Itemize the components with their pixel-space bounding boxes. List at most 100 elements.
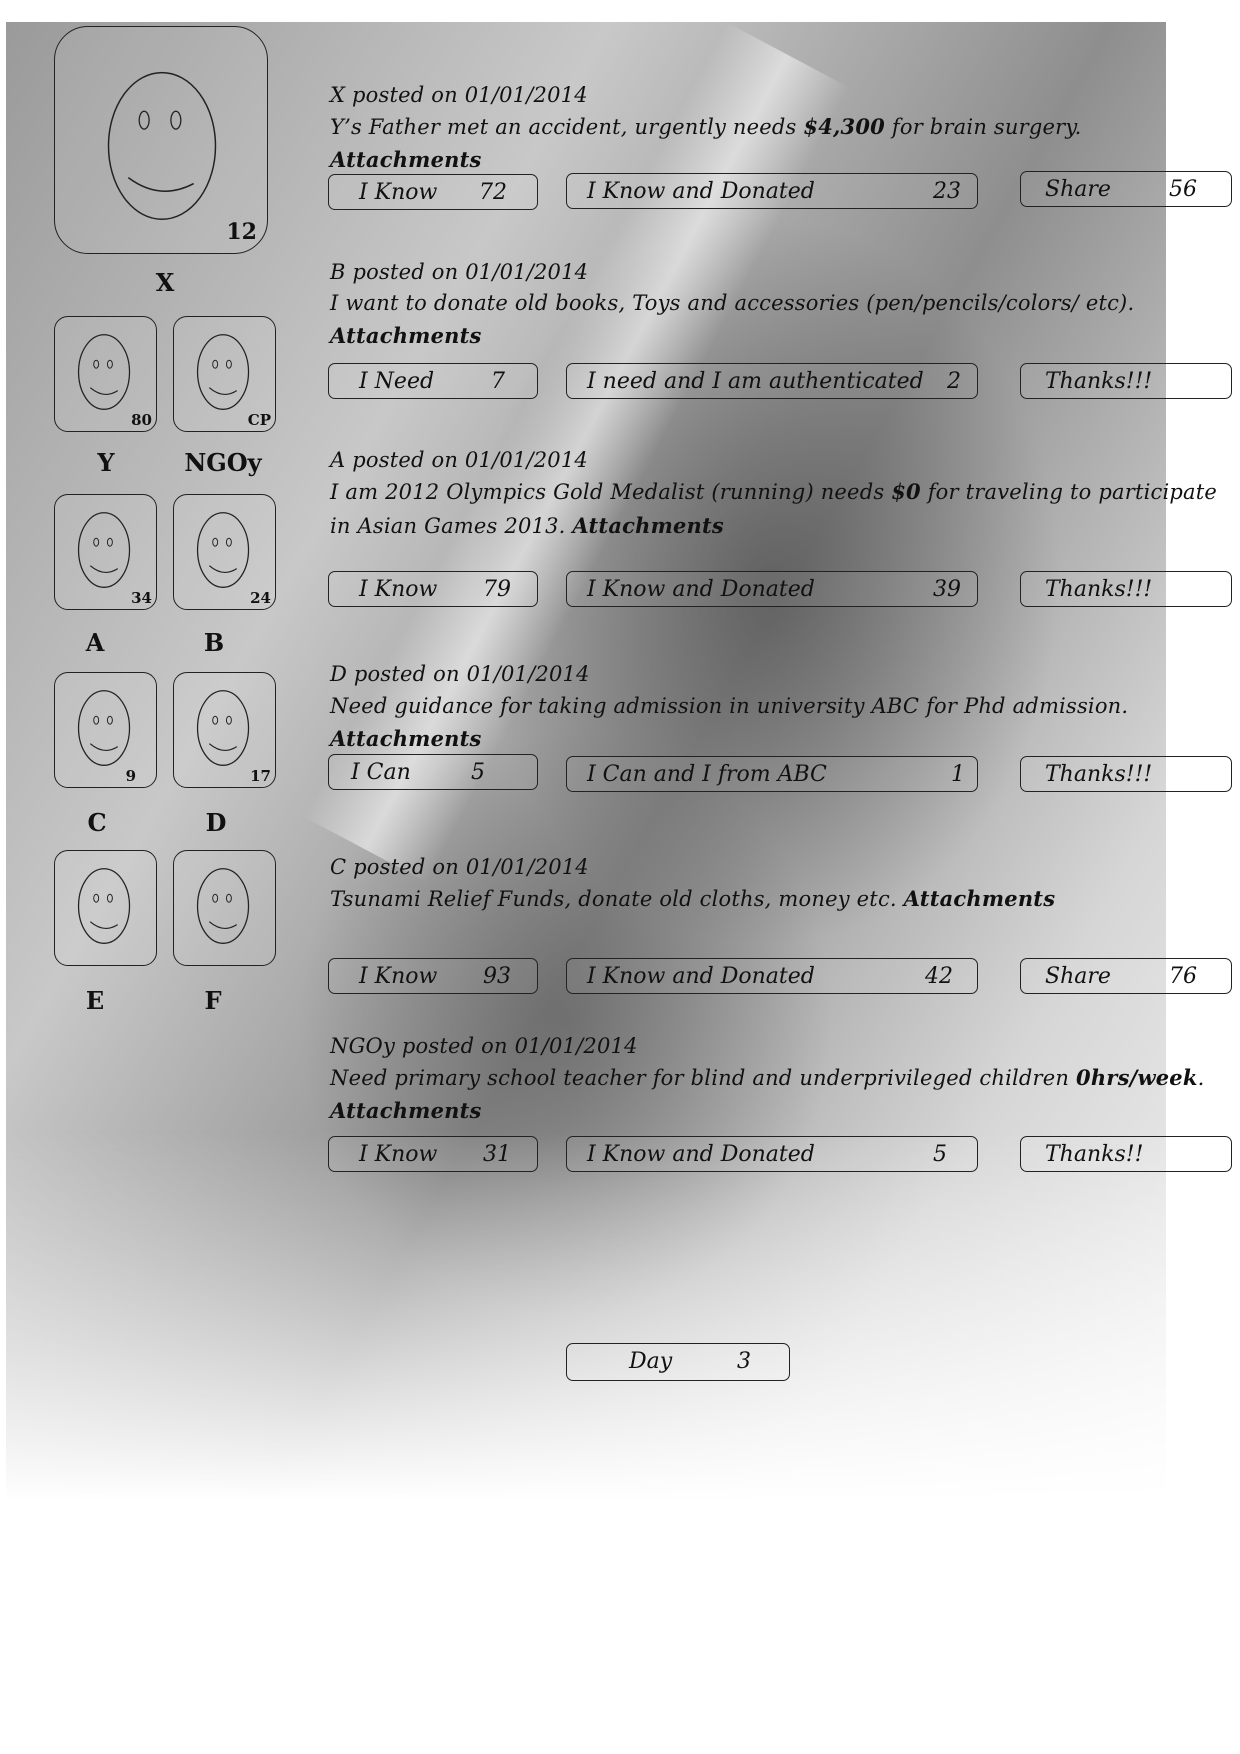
button-count: 7 xyxy=(491,369,505,394)
post-text: I want to donate old books, Toys and acc… xyxy=(330,291,1135,315)
attachments-link[interactable]: Attachments xyxy=(330,1098,482,1123)
button-label: I Can and I from ABC xyxy=(587,762,827,787)
avatar-x[interactable]: 12 xyxy=(54,26,268,254)
attachments-link[interactable]: Attachments xyxy=(904,886,1056,911)
button-label: I need and I am authenticated xyxy=(587,369,924,394)
button-label: I Know and Donated xyxy=(587,1142,815,1167)
avatar-f[interactable] xyxy=(173,850,276,966)
button-label: I Can xyxy=(351,760,411,785)
attachments-link[interactable]: Attachments xyxy=(330,147,482,172)
day-counter: Day 3 xyxy=(566,1343,790,1381)
post-text-part: Tsunami Relief Funds, donate old cloths,… xyxy=(330,887,904,911)
post-text: Y’s Father met an accident, urgently nee… xyxy=(330,114,1082,139)
page: 12 X 80 Y CP NGOy 34 A 24 B 9 C 17 D E F… xyxy=(0,0,1240,1754)
smiley-face-icon xyxy=(196,868,250,944)
post-text: Tsunami Relief Funds, donate old cloths,… xyxy=(330,886,1055,911)
post-text: I am 2012 Olympics Gold Medalist (runnin… xyxy=(330,475,1230,543)
button-label: I Know xyxy=(359,964,438,989)
avatar-c[interactable]: 9 xyxy=(54,672,157,788)
i-can-button[interactable]: I Can 5 xyxy=(328,754,538,790)
button-count: 23 xyxy=(933,179,961,204)
avatar-name: NGOy xyxy=(184,448,262,477)
post-header: X posted on 01/01/2014 xyxy=(330,83,588,107)
post-text: Need guidance for taking admission in un… xyxy=(330,694,1129,718)
attachments-link[interactable]: Attachments xyxy=(330,726,482,751)
button-label: Thanks!!! xyxy=(1045,577,1153,602)
post-text-part: Y’s Father met an accident, urgently nee… xyxy=(330,115,804,139)
button-count: 56 xyxy=(1169,177,1197,202)
post-text-part: . xyxy=(1197,1066,1205,1090)
day-label: Day xyxy=(629,1349,673,1374)
avatar-count: 34 xyxy=(131,589,152,607)
i-know-button[interactable]: I Know 79 xyxy=(328,571,538,607)
post-header: B posted on 01/01/2014 xyxy=(330,260,589,284)
smiley-face-icon xyxy=(77,690,131,766)
avatar-y[interactable]: 80 xyxy=(54,316,157,432)
i-know-and-donated-button[interactable]: I Know and Donated 42 xyxy=(566,958,978,994)
attachments-link[interactable]: Attachments xyxy=(572,513,724,538)
i-know-and-donated-button[interactable]: I Know and Donated 39 xyxy=(566,571,978,607)
button-count: 79 xyxy=(483,577,511,602)
button-label: I Know xyxy=(359,180,438,205)
button-label: I Know and Donated xyxy=(587,577,815,602)
i-know-button[interactable]: I Know 31 xyxy=(328,1136,538,1172)
button-label: Thanks!! xyxy=(1045,1142,1144,1167)
avatar-count: 9 xyxy=(125,767,136,785)
share-button[interactable]: Share 76 xyxy=(1020,958,1232,994)
post-header: C posted on 01/01/2014 xyxy=(330,855,589,879)
avatar-count: 12 xyxy=(226,219,257,245)
post-text-part: I am 2012 Olympics Gold Medalist (runnin… xyxy=(330,480,892,504)
avatar-e[interactable] xyxy=(54,850,157,966)
thanks-button[interactable]: Thanks!!! xyxy=(1020,571,1232,607)
post-header: NGOy posted on 01/01/2014 xyxy=(330,1034,638,1058)
thanks-button[interactable]: Thanks!!! xyxy=(1020,363,1232,399)
button-label: Thanks!!! xyxy=(1045,762,1153,787)
avatar-name: Y xyxy=(97,448,115,477)
post-text-highlight: 0hrs/week xyxy=(1076,1065,1198,1090)
button-label: I Know xyxy=(359,577,438,602)
avatar-d[interactable]: 17 xyxy=(173,672,276,788)
share-button[interactable]: Share 56 xyxy=(1020,171,1232,207)
avatar-name: E xyxy=(85,986,105,1015)
avatar-count: 80 xyxy=(131,411,152,429)
post-text-highlight: $0 xyxy=(891,479,921,504)
avatar-name: F xyxy=(204,986,222,1015)
i-need-button[interactable]: I Need 7 xyxy=(328,363,538,399)
button-count: 2 xyxy=(947,369,961,394)
post-header: D posted on 01/01/2014 xyxy=(330,662,590,686)
button-count: 76 xyxy=(1169,964,1197,989)
button-label: I Know and Donated xyxy=(587,964,815,989)
avatar-count: 24 xyxy=(250,589,271,607)
smiley-face-icon xyxy=(77,868,131,944)
post-text: Need primary school teacher for blind an… xyxy=(330,1065,1205,1090)
button-label: I Know xyxy=(359,1142,438,1167)
i-know-and-donated-button[interactable]: I Know and Donated 5 xyxy=(566,1136,978,1172)
avatar-ngoy[interactable]: CP xyxy=(173,316,276,432)
avatar-b[interactable]: 24 xyxy=(173,494,276,610)
post-text-part: Need primary school teacher for blind an… xyxy=(330,1066,1077,1090)
i-know-button[interactable]: I Know 72 xyxy=(328,174,538,210)
button-count: 1 xyxy=(951,762,965,787)
button-count: 31 xyxy=(483,1142,511,1167)
i-know-button[interactable]: I Know 93 xyxy=(328,958,538,994)
button-count: 93 xyxy=(483,964,511,989)
i-need-and-authenticated-button[interactable]: I need and I am authenticated 2 xyxy=(566,363,978,399)
i-know-and-donated-button[interactable]: I Know and Donated 23 xyxy=(566,173,978,209)
button-count: 72 xyxy=(479,180,507,205)
post-header: A posted on 01/01/2014 xyxy=(330,448,588,472)
avatar-name: X xyxy=(155,268,175,297)
button-count: 42 xyxy=(925,964,953,989)
i-can-and-from-abc-button[interactable]: I Can and I from ABC 1 xyxy=(566,756,978,792)
button-label: Share xyxy=(1045,964,1111,989)
avatar-name: B xyxy=(203,628,225,657)
button-label: I Need xyxy=(359,369,435,394)
avatar-count: 17 xyxy=(250,767,271,785)
button-label: I Know and Donated xyxy=(587,179,815,204)
attachments-link[interactable]: Attachments xyxy=(330,323,482,348)
avatar-count: CP xyxy=(247,411,271,429)
avatar-a[interactable]: 34 xyxy=(54,494,157,610)
post-text-part: for brain surgery. xyxy=(885,115,1082,139)
thanks-button[interactable]: Thanks!! xyxy=(1020,1136,1232,1172)
thanks-button[interactable]: Thanks!!! xyxy=(1020,756,1232,792)
button-label: Thanks!!! xyxy=(1045,369,1153,394)
